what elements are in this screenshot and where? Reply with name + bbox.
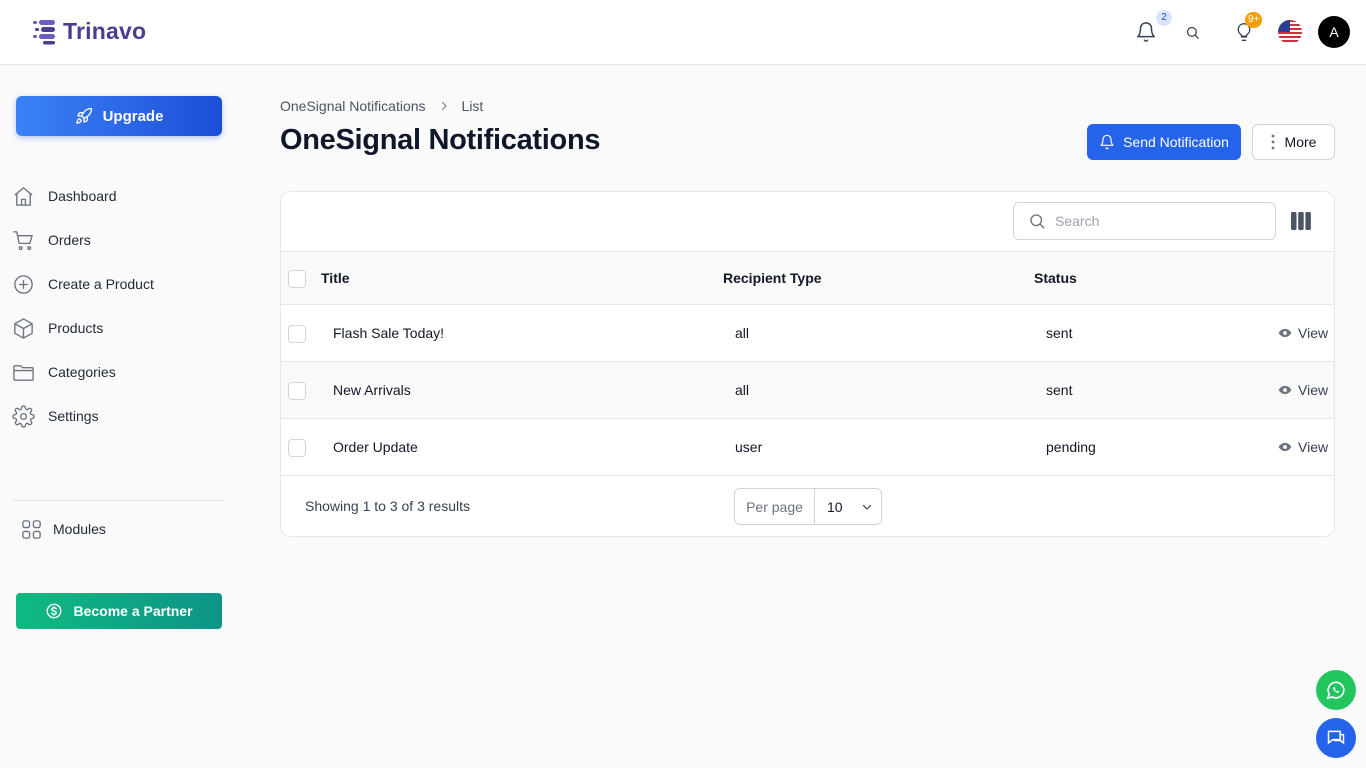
whatsapp-icon: [1326, 681, 1345, 700]
bell-icon: [1137, 22, 1155, 42]
avatar[interactable]: A: [1318, 16, 1350, 48]
table-toolbar: [281, 192, 1334, 252]
upgrade-button[interactable]: Upgrade: [16, 96, 222, 136]
row-status: sent: [1046, 382, 1073, 398]
per-page-value: 10: [827, 498, 843, 515]
notifications-badge: 2: [1156, 10, 1172, 26]
breadcrumb-current: List: [461, 98, 484, 114]
row-checkbox[interactable]: [288, 439, 306, 457]
sidebar-item-dashboard[interactable]: Dashboard: [12, 181, 117, 211]
modules-grid-icon: [22, 519, 41, 539]
notifications-button[interactable]: 2: [1134, 10, 1172, 44]
search-input[interactable]: [1055, 213, 1255, 229]
dollar-circle-icon: [47, 603, 62, 619]
row-recipient: user: [735, 439, 763, 455]
view-label: View: [1298, 439, 1329, 455]
row-status: pending: [1046, 439, 1096, 455]
search-icon: [1030, 214, 1045, 229]
sidebar-item-label: Categories: [48, 364, 116, 380]
row-title: Flash Sale Today!: [333, 325, 445, 341]
sidebar-item-label: Settings: [48, 408, 99, 424]
search-icon: [1186, 26, 1199, 39]
notifications-table-card: Title Recipient Type Status Flash Sale T…: [280, 191, 1335, 537]
eye-icon: [1278, 442, 1292, 452]
home-icon: [14, 186, 33, 206]
gear-icon: [12, 404, 35, 428]
tips-button[interactable]: 9+: [1233, 12, 1263, 44]
column-header-title[interactable]: Title: [321, 270, 350, 286]
view-button[interactable]: View: [1278, 325, 1328, 341]
row-checkbox[interactable]: [288, 325, 306, 343]
logo-icon: [33, 19, 55, 44]
language-selector[interactable]: [1278, 20, 1302, 44]
sidebar: Upgrade Dashboard Orders Create a Produc…: [0, 65, 240, 768]
per-page-value-wrap: 10: [815, 499, 873, 515]
pagination-summary: Showing 1 to 3 of 3 results: [305, 498, 470, 514]
more-button[interactable]: More: [1252, 124, 1335, 160]
become-partner-button[interactable]: Become a Partner: [16, 593, 222, 629]
folder-icon: [13, 364, 34, 381]
more-label: More: [1284, 134, 1317, 150]
send-notification-button[interactable]: Send Notification: [1087, 124, 1241, 160]
chat-icon: [1327, 730, 1345, 744]
partner-label: Become a Partner: [73, 603, 193, 619]
send-notification-label: Send Notification: [1123, 134, 1229, 150]
page-title: OneSignal Notifications: [280, 124, 601, 156]
more-vertical-icon: [1271, 134, 1274, 150]
table-row: Flash Sale Today! all sent View: [281, 305, 1334, 362]
top-bar: Trinavo 2 9+ A: [0, 0, 1366, 65]
box-icon: [14, 317, 33, 339]
table-row: New Arrivals all sent View: [281, 362, 1334, 419]
row-title: New Arrivals: [333, 382, 411, 398]
per-page-select[interactable]: Per page 10: [734, 488, 882, 525]
row-title: Order Update: [333, 439, 418, 455]
row-recipient: all: [735, 325, 750, 341]
column-header-status[interactable]: Status: [1034, 270, 1077, 286]
table-header: Title Recipient Type Status: [281, 252, 1334, 305]
sidebar-item-label: Create a Product: [48, 276, 154, 292]
us-flag-icon: [1278, 20, 1302, 44]
search-box[interactable]: [1013, 202, 1276, 240]
sidebar-item-products[interactable]: Products: [12, 313, 103, 343]
sidebar-item-categories[interactable]: Categories: [12, 357, 116, 387]
chevron-right-icon: [441, 102, 447, 110]
logo[interactable]: Trinavo: [33, 18, 146, 45]
row-status: sent: [1046, 325, 1073, 341]
chevron-down-icon: [862, 504, 871, 510]
column-header-recipient-type[interactable]: Recipient Type: [723, 270, 822, 286]
per-page-label: Per page: [735, 489, 815, 524]
breadcrumb-parent[interactable]: OneSignal Notifications: [280, 98, 426, 114]
tips-badge: 9+: [1245, 12, 1263, 28]
row-checkbox[interactable]: [288, 382, 306, 400]
sidebar-item-modules[interactable]: Modules: [20, 514, 106, 544]
sidebar-item-label: Orders: [48, 232, 91, 248]
sidebar-item-label: Modules: [53, 521, 106, 537]
table-row: Order Update user pending View: [281, 419, 1334, 476]
sidebar-divider: [12, 500, 226, 501]
view-label: View: [1298, 382, 1329, 398]
view-button[interactable]: View: [1278, 382, 1328, 398]
view-button[interactable]: View: [1278, 439, 1328, 455]
bell-icon: [1100, 134, 1114, 150]
whatsapp-button[interactable]: [1316, 670, 1356, 710]
view-label: View: [1298, 325, 1329, 341]
eye-icon: [1278, 328, 1292, 338]
cart-icon: [13, 230, 33, 250]
plus-circle-icon: [14, 274, 33, 294]
rocket-icon: [75, 107, 92, 124]
sidebar-item-settings[interactable]: Settings: [12, 401, 99, 431]
select-all-checkbox[interactable]: [288, 270, 306, 288]
sidebar-item-orders[interactable]: Orders: [12, 225, 91, 255]
row-recipient: all: [735, 382, 750, 398]
eye-icon: [1278, 385, 1292, 395]
breadcrumb: OneSignal Notifications List: [280, 98, 483, 114]
upgrade-label: Upgrade: [102, 107, 164, 125]
search-button[interactable]: [1183, 23, 1201, 41]
sidebar-item-label: Dashboard: [48, 188, 117, 204]
logo-text: Trinavo: [63, 18, 147, 44]
chat-support-button[interactable]: [1316, 718, 1356, 758]
sidebar-item-label: Products: [48, 320, 104, 336]
columns-toggle-icon[interactable]: [1291, 212, 1311, 230]
sidebar-item-create-product[interactable]: Create a Product: [12, 269, 154, 299]
